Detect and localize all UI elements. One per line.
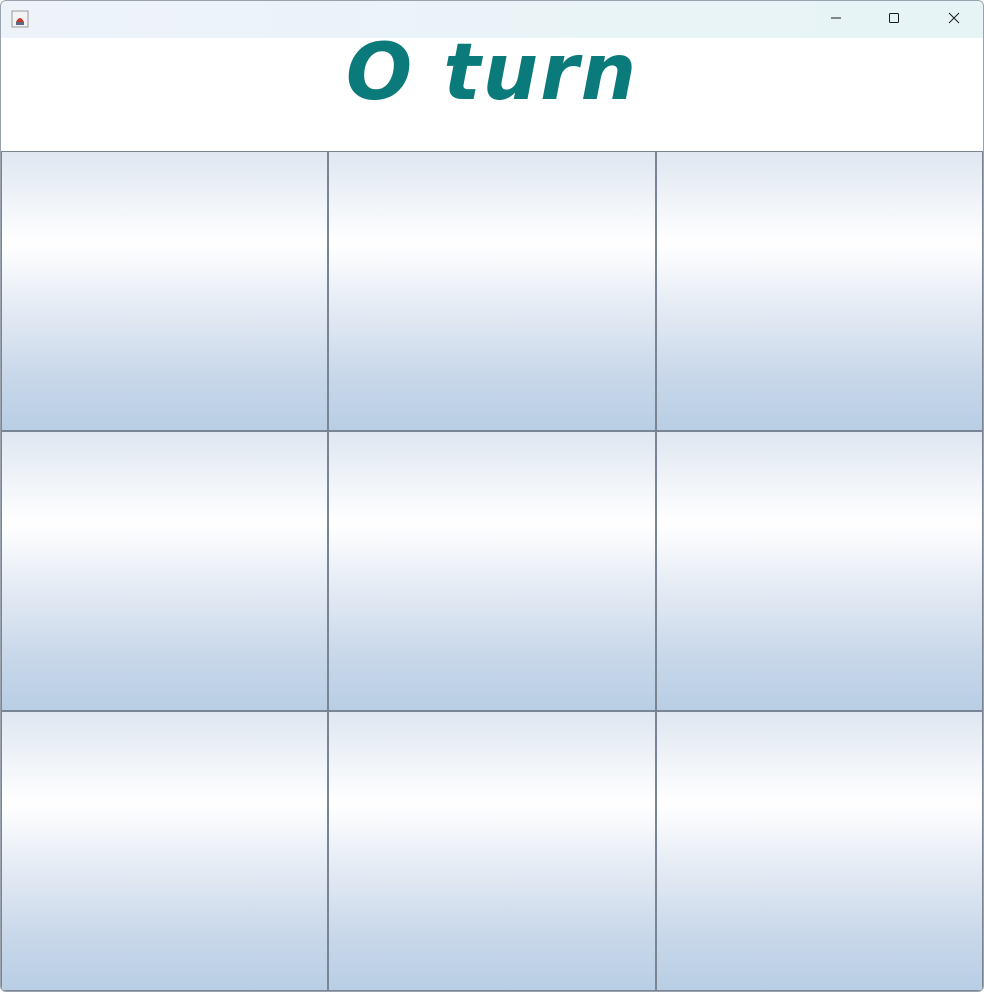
maximize-icon — [888, 11, 900, 29]
game-board — [1, 151, 983, 991]
board-cell-7[interactable] — [1, 711, 328, 991]
board-cell-9[interactable] — [656, 711, 983, 991]
java-cup-icon[interactable] — [11, 10, 29, 28]
board-cell-8[interactable] — [328, 711, 656, 991]
app-window: O turn — [0, 0, 984, 992]
board-cell-3[interactable] — [656, 151, 983, 431]
board-cell-4[interactable] — [1, 431, 328, 711]
board-cell-2[interactable] — [328, 151, 656, 431]
turn-header: O turn — [1, 28, 983, 151]
minimize-icon — [830, 11, 842, 29]
board-cell-6[interactable] — [656, 431, 983, 711]
board-cell-1[interactable] — [1, 151, 328, 431]
close-icon — [948, 11, 960, 29]
turn-indicator: O turn — [345, 28, 639, 118]
board-cell-5[interactable] — [328, 431, 656, 711]
